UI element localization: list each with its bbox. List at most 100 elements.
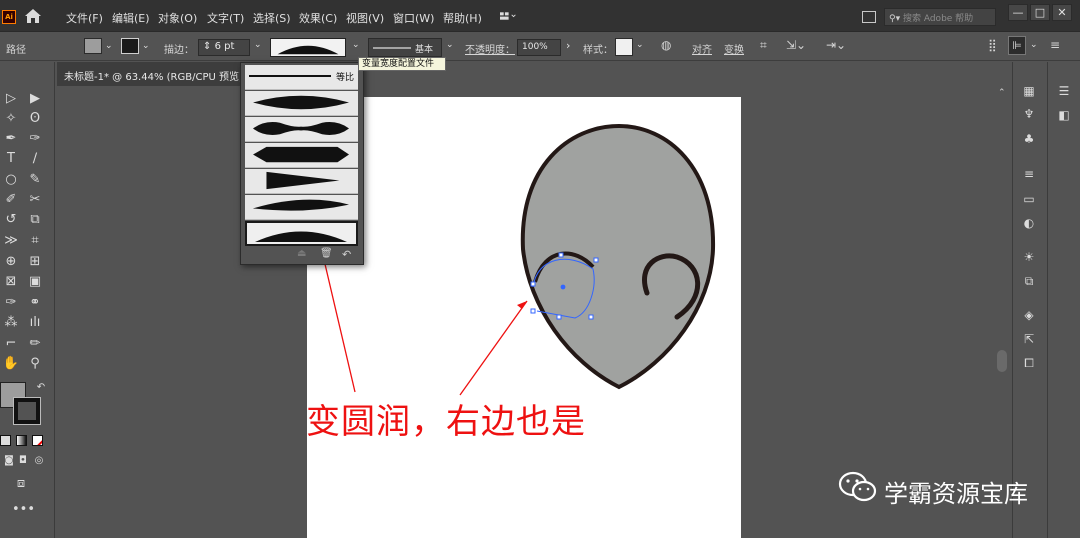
search-input[interactable]: ⚲▾ 搜索 Adobe 帮助 — [884, 8, 996, 26]
transparency-icon[interactable]: ◐ — [1021, 216, 1037, 230]
document-info-icon[interactable]: ◧ — [1056, 108, 1072, 122]
profile-item-4[interactable] — [245, 169, 358, 194]
stroke-weight-input[interactable]: ⇕ 6 pt — [198, 39, 250, 56]
screen-mode-icon[interactable]: ⧈ — [12, 476, 30, 492]
chevron-right-icon[interactable]: › — [566, 39, 570, 52]
recolor-icon[interactable]: ◍ — [661, 38, 671, 52]
menu-help[interactable]: 帮助(H) — [443, 10, 482, 26]
panel-layout-icon[interactable] — [862, 11, 876, 23]
reset-icon[interactable]: ↶ — [342, 248, 351, 261]
chevron-down-icon[interactable]: ⌄ — [352, 40, 360, 50]
symbol-sprayer-icon[interactable]: ⁂ — [2, 315, 20, 331]
selection-tool-icon[interactable]: ▷ — [2, 91, 20, 107]
slice-tool-icon[interactable]: ✏ — [26, 336, 44, 352]
curvature-tool-icon[interactable]: ✑ — [26, 131, 44, 147]
profile-item-1[interactable] — [245, 91, 358, 116]
vertical-scrollbar[interactable] — [995, 86, 1010, 538]
ellipse-tool-icon[interactable]: ○ — [2, 172, 20, 188]
chevron-down-icon[interactable]: ⌄ — [446, 40, 454, 50]
menu-effect[interactable]: 效果(C) — [299, 10, 337, 26]
opacity-input[interactable]: 100% — [517, 39, 561, 56]
perspective-grid-icon[interactable]: ⊞ — [26, 254, 44, 270]
graph-tool-icon[interactable]: ılı — [26, 315, 44, 331]
stroke-panel-icon[interactable]: ≡ — [1021, 167, 1037, 181]
gradient-panel-icon[interactable]: ▭ — [1021, 192, 1037, 206]
profile-item-2[interactable] — [245, 117, 358, 142]
add-profile-icon[interactable]: ⏏ — [297, 248, 306, 259]
graphic-style-swatch[interactable] — [615, 38, 633, 56]
delete-icon[interactable]: 🗑 — [320, 248, 333, 259]
stepper-icon[interactable]: ⇕ — [203, 41, 215, 52]
menu-edit[interactable]: 编辑(E) — [112, 10, 150, 26]
paintbrush-icon[interactable]: ✎ — [26, 172, 44, 188]
chevron-down-icon[interactable]: ⌄ — [636, 40, 644, 50]
blend-tool-icon[interactable]: ⚭ — [26, 295, 44, 311]
warp-icon[interactable]: ⇥⌄ — [826, 38, 846, 52]
profile-item-5[interactable] — [245, 195, 358, 220]
free-transform-icon[interactable]: ⌗ — [26, 233, 44, 249]
properties-panel-icon[interactable]: ▦ — [1021, 84, 1037, 98]
line-tool-icon[interactable]: ∕ — [26, 151, 44, 167]
adjustments-icon[interactable]: ☰ — [1056, 84, 1072, 98]
scissors-icon[interactable]: ✂ — [26, 192, 44, 208]
brush-definition-select[interactable]: 基本 — [368, 38, 442, 57]
zoom-tool-icon[interactable]: ⚲ — [26, 356, 44, 372]
magic-wand-icon[interactable]: ✧ — [2, 111, 20, 127]
artboard-tool-icon[interactable]: ⌐ — [2, 336, 20, 352]
appearance-icon[interactable]: ☀ — [1021, 250, 1037, 264]
width-tool-icon[interactable]: ≫ — [2, 233, 20, 249]
workspace-icon[interactable] — [500, 10, 516, 22]
rotate-tool-icon[interactable]: ↺ — [2, 212, 20, 228]
scrollbar-thumb[interactable] — [997, 350, 1007, 372]
menu-object[interactable]: 对象(O) — [158, 10, 197, 26]
stroke-color-box[interactable] — [13, 397, 41, 425]
more-tools-icon[interactable]: ••• — [12, 502, 35, 518]
direct-selection-tool-icon[interactable]: ▶ — [26, 91, 44, 107]
chevron-down-icon[interactable]: ⌄ — [1030, 40, 1038, 50]
eyedropper-icon[interactable]: ✑ — [2, 295, 20, 311]
layers-icon[interactable]: ◈ — [1021, 308, 1037, 322]
profile-item-3[interactable] — [245, 143, 358, 168]
chevron-down-icon[interactable]: ⌄ — [105, 41, 113, 51]
minimize-button[interactable]: — — [1008, 4, 1028, 21]
shape-builder-icon[interactable]: ⊕ — [2, 254, 20, 270]
hand-tool-icon[interactable]: ✋ — [2, 356, 20, 372]
width-profile-select[interactable] — [270, 38, 346, 57]
gradient-mode-icon[interactable] — [16, 435, 27, 446]
scale-tool-icon[interactable]: ⧉ — [26, 212, 44, 228]
lasso-icon[interactable]: ʘ — [26, 111, 44, 127]
menu-list-icon[interactable]: ≡ — [1050, 38, 1060, 52]
none-mode-icon[interactable] — [32, 435, 43, 446]
symbols-icon[interactable]: ♣ — [1021, 132, 1037, 146]
close-button[interactable]: ✕ — [1052, 4, 1072, 21]
transform-link[interactable]: 变换 — [724, 41, 744, 56]
align-link[interactable]: 对齐 — [692, 41, 712, 56]
gradient-tool-icon[interactable]: ▣ — [26, 274, 44, 290]
profile-item-6-selected[interactable] — [245, 221, 358, 246]
mesh-tool-icon[interactable]: ⊠ — [2, 274, 20, 290]
shaper-tool-icon[interactable]: ✐ — [2, 192, 20, 208]
color-mode-icon[interactable] — [0, 435, 11, 446]
envelope-icon[interactable]: ⇲⌄ — [786, 38, 806, 52]
artboards-icon[interactable]: ⧠ — [1021, 356, 1037, 370]
draw-inside-icon[interactable]: ◎ — [30, 453, 48, 469]
export-icon[interactable]: ⇱ — [1021, 332, 1037, 346]
menu-select[interactable]: 选择(S) — [253, 10, 291, 26]
menu-view[interactable]: 视图(V) — [346, 10, 384, 26]
pen-tool-icon[interactable]: ✒ — [2, 131, 20, 147]
swap-colors-icon[interactable]: ↶ — [32, 380, 50, 396]
maximize-button[interactable]: □ — [1030, 4, 1050, 21]
stroke-swatch[interactable] — [121, 38, 139, 54]
properties-icon[interactable]: ⊫ — [1008, 36, 1026, 55]
isolate-icon[interactable]: ⌗ — [760, 38, 767, 53]
opacity-label[interactable]: 不透明度： — [465, 41, 515, 56]
type-tool-icon[interactable]: T — [2, 151, 20, 167]
chevron-down-icon[interactable]: ⌄ — [142, 41, 150, 51]
profile-item-uniform[interactable]: 等比 — [245, 65, 358, 90]
grid-icon[interactable]: ⣿ — [988, 38, 997, 52]
menu-window[interactable]: 窗口(W) — [393, 10, 434, 26]
libraries-icon[interactable]: ♆ — [1021, 107, 1037, 121]
menu-file[interactable]: 文件(F) — [66, 10, 103, 26]
scroll-up-icon[interactable]: ⌃ — [998, 88, 1006, 98]
graphic-styles-icon[interactable]: ⧉ — [1021, 274, 1037, 288]
